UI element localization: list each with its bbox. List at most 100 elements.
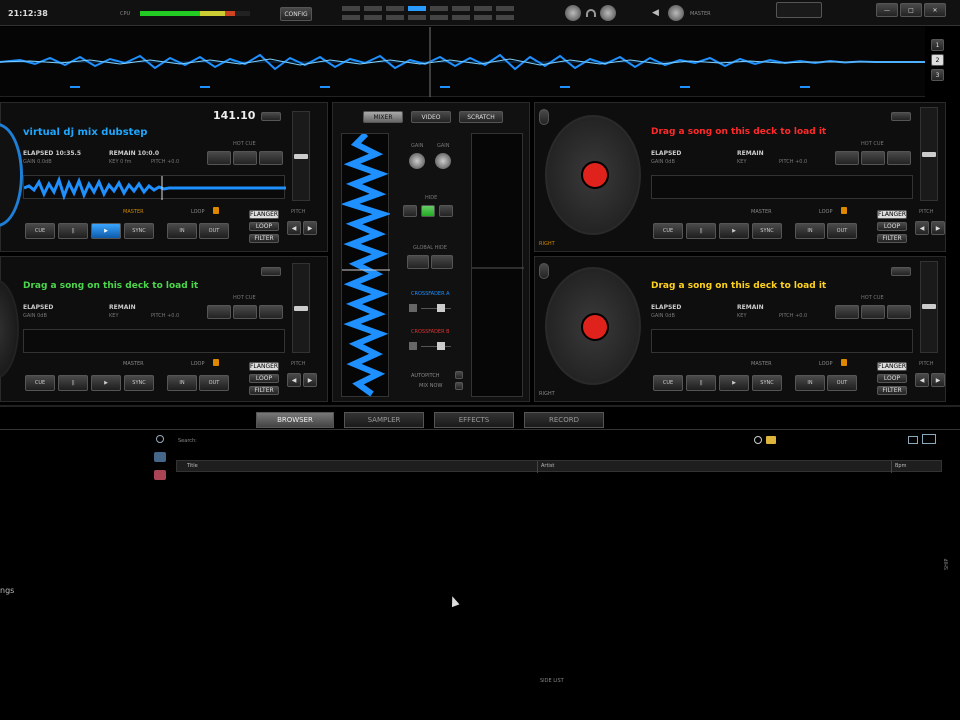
gain-left-knob-icon[interactable] [409, 153, 425, 169]
deck-2-pitch-slider[interactable] [920, 107, 938, 201]
deck-1-pitch-knob[interactable] [294, 154, 308, 159]
deck-2-platter[interactable] [545, 115, 641, 235]
folder-icon[interactable] [766, 436, 776, 444]
tab-record[interactable]: RECORD [524, 412, 604, 428]
headphone-mix-knob-icon[interactable] [600, 5, 616, 21]
deck-3-pitch-right-button[interactable]: ▶ [303, 373, 317, 387]
crossfader-a-slider[interactable] [409, 301, 453, 315]
deck-4-flanger-button[interactable]: FLANGER [877, 362, 907, 371]
deck-2-cue-button[interactable]: CUE [653, 223, 683, 239]
deck-1-waveform[interactable] [23, 175, 286, 201]
deck-3-filter-button[interactable]: FILTER [249, 386, 279, 395]
deck-3-loop-out-button[interactable]: OUT [199, 375, 229, 391]
mix-now-toggle[interactable] [455, 382, 463, 390]
deck-1-pause-button[interactable]: || [58, 223, 88, 239]
deck-1-filter-button[interactable]: FILTER [249, 234, 279, 243]
deck-4-pause-button[interactable]: || [686, 375, 716, 391]
deck-3-cue-button[interactable]: CUE [25, 375, 55, 391]
deck-3-hotcue-3[interactable] [259, 305, 283, 319]
eq-high-button[interactable] [439, 205, 453, 217]
global-left-button[interactable] [407, 255, 429, 269]
deck-2-loop-button[interactable]: LOOP [877, 222, 907, 231]
deck-3-hotcue-1[interactable] [207, 305, 231, 319]
column-bpm[interactable]: Bpm [895, 463, 906, 469]
deck-4-cue-button[interactable]: CUE [653, 375, 683, 391]
mixer-scratch-waveform[interactable] [340, 131, 392, 397]
deck-1-hotcue-1[interactable] [207, 151, 231, 165]
deck-1-lock-icon[interactable] [213, 207, 219, 214]
deck-1-pitch-left-button[interactable]: ◀ [287, 221, 301, 235]
deck-3-play-button[interactable]: ▶ [91, 375, 121, 391]
deck-3-loop-in-button[interactable]: IN [167, 375, 197, 391]
deck-2-pitch-right-button[interactable]: ▶ [931, 221, 945, 235]
deck-4-pitch-right-button[interactable]: ▶ [931, 373, 945, 387]
master-volume-knob-icon[interactable] [668, 5, 684, 21]
deck-4-lock-icon[interactable] [841, 359, 847, 366]
deck-3-pitch-slider[interactable] [292, 263, 310, 353]
crossfader-b-slider[interactable] [409, 339, 453, 353]
mixer-right-waveform[interactable] [471, 133, 524, 397]
deck-4-pitch-knob[interactable] [922, 304, 936, 309]
scratch-mode-button[interactable]: SCRATCH [459, 111, 503, 123]
tab-sampler[interactable]: SAMPLER [344, 412, 424, 428]
deck-1-bpm-button[interactable] [261, 112, 281, 121]
deck-3-pitch-knob[interactable] [294, 306, 308, 311]
deck-2-flanger-button[interactable]: FLANGER [877, 210, 907, 219]
deck-4-sync-button[interactable]: SYNC [752, 375, 782, 391]
deck-3-loop-button[interactable]: LOOP [249, 374, 279, 383]
deck-selector-1[interactable]: 1 [931, 39, 944, 51]
deck-4-hotcue-3[interactable] [887, 305, 911, 319]
deck-1-cue-button[interactable]: CUE [25, 223, 55, 239]
deck-4-hotcue-1[interactable] [835, 305, 859, 319]
deck-2-loop-out-button[interactable]: OUT [827, 223, 857, 239]
deck-4-pitch-slider[interactable] [920, 261, 938, 353]
deck-1-loop-in-button[interactable]: IN [167, 223, 197, 239]
deck-4-filter-button[interactable]: FILTER [877, 386, 907, 395]
deck-selector-3[interactable]: 3 [931, 69, 944, 81]
autopitch-toggle[interactable] [455, 371, 463, 379]
deck-2-pitch-left-button[interactable]: ◀ [915, 221, 929, 235]
deck-1-loop-button[interactable]: LOOP [249, 222, 279, 231]
video-mode-button[interactable]: VIDEO [411, 111, 451, 123]
minimize-button[interactable]: — [876, 3, 898, 17]
deck-2-play-button[interactable]: ▶ [719, 223, 749, 239]
deck-3-pitch-left-button[interactable]: ◀ [287, 373, 301, 387]
tab-effects[interactable]: EFFECTS [434, 412, 514, 428]
deck-1-pitch-right-button[interactable]: ▶ [303, 221, 317, 235]
deck-2-pause-button[interactable]: || [686, 223, 716, 239]
options-icon[interactable] [922, 434, 936, 444]
logo-button[interactable] [776, 2, 822, 18]
deck-3-pause-button[interactable]: || [58, 375, 88, 391]
deck-1-hotcue-2[interactable] [233, 151, 257, 165]
folder-history-icon[interactable] [154, 470, 166, 480]
tab-browser[interactable]: BROWSER [256, 412, 334, 428]
deck-3-platter[interactable] [0, 279, 19, 379]
deck-3-flanger-button[interactable]: FLANGER [249, 362, 279, 371]
deck-1-flanger-button[interactable]: FLANGER [249, 210, 279, 219]
deck-2-lock-icon[interactable] [841, 207, 847, 214]
waveform-overview[interactable] [0, 27, 925, 97]
deck-2-loop-in-button[interactable]: IN [795, 223, 825, 239]
deck-4-eject-button[interactable] [539, 263, 549, 279]
deck-4-bpm-button[interactable] [891, 267, 911, 276]
deck-1-loop-out-button[interactable]: OUT [199, 223, 229, 239]
deck-2-pitch-knob[interactable] [922, 152, 936, 157]
view-icon[interactable] [908, 436, 918, 444]
right-edge-label[interactable]: SHIP [944, 559, 950, 570]
side-list-label[interactable]: SIDE LIST [540, 678, 564, 684]
layout-selector[interactable] [342, 6, 518, 22]
deck-3-waveform[interactable] [23, 329, 285, 353]
deck-2-eject-button[interactable] [539, 109, 549, 125]
gain-right-knob-icon[interactable] [435, 153, 451, 169]
deck-3-bpm-button[interactable] [261, 267, 281, 276]
deck-1-play-button[interactable]: ▶ [91, 223, 121, 239]
deck-4-platter[interactable] [545, 267, 641, 385]
search-icon[interactable] [754, 436, 762, 444]
headphone-knob-icon[interactable] [565, 5, 581, 21]
deck-1-platter[interactable] [0, 123, 23, 227]
maximize-button[interactable]: □ [900, 3, 922, 17]
deck-4-pitch-left-button[interactable]: ◀ [915, 373, 929, 387]
deck-2-sync-button[interactable]: SYNC [752, 223, 782, 239]
eq-mid-button[interactable] [421, 205, 435, 217]
deck-1-sync-button[interactable]: SYNC [124, 223, 154, 239]
